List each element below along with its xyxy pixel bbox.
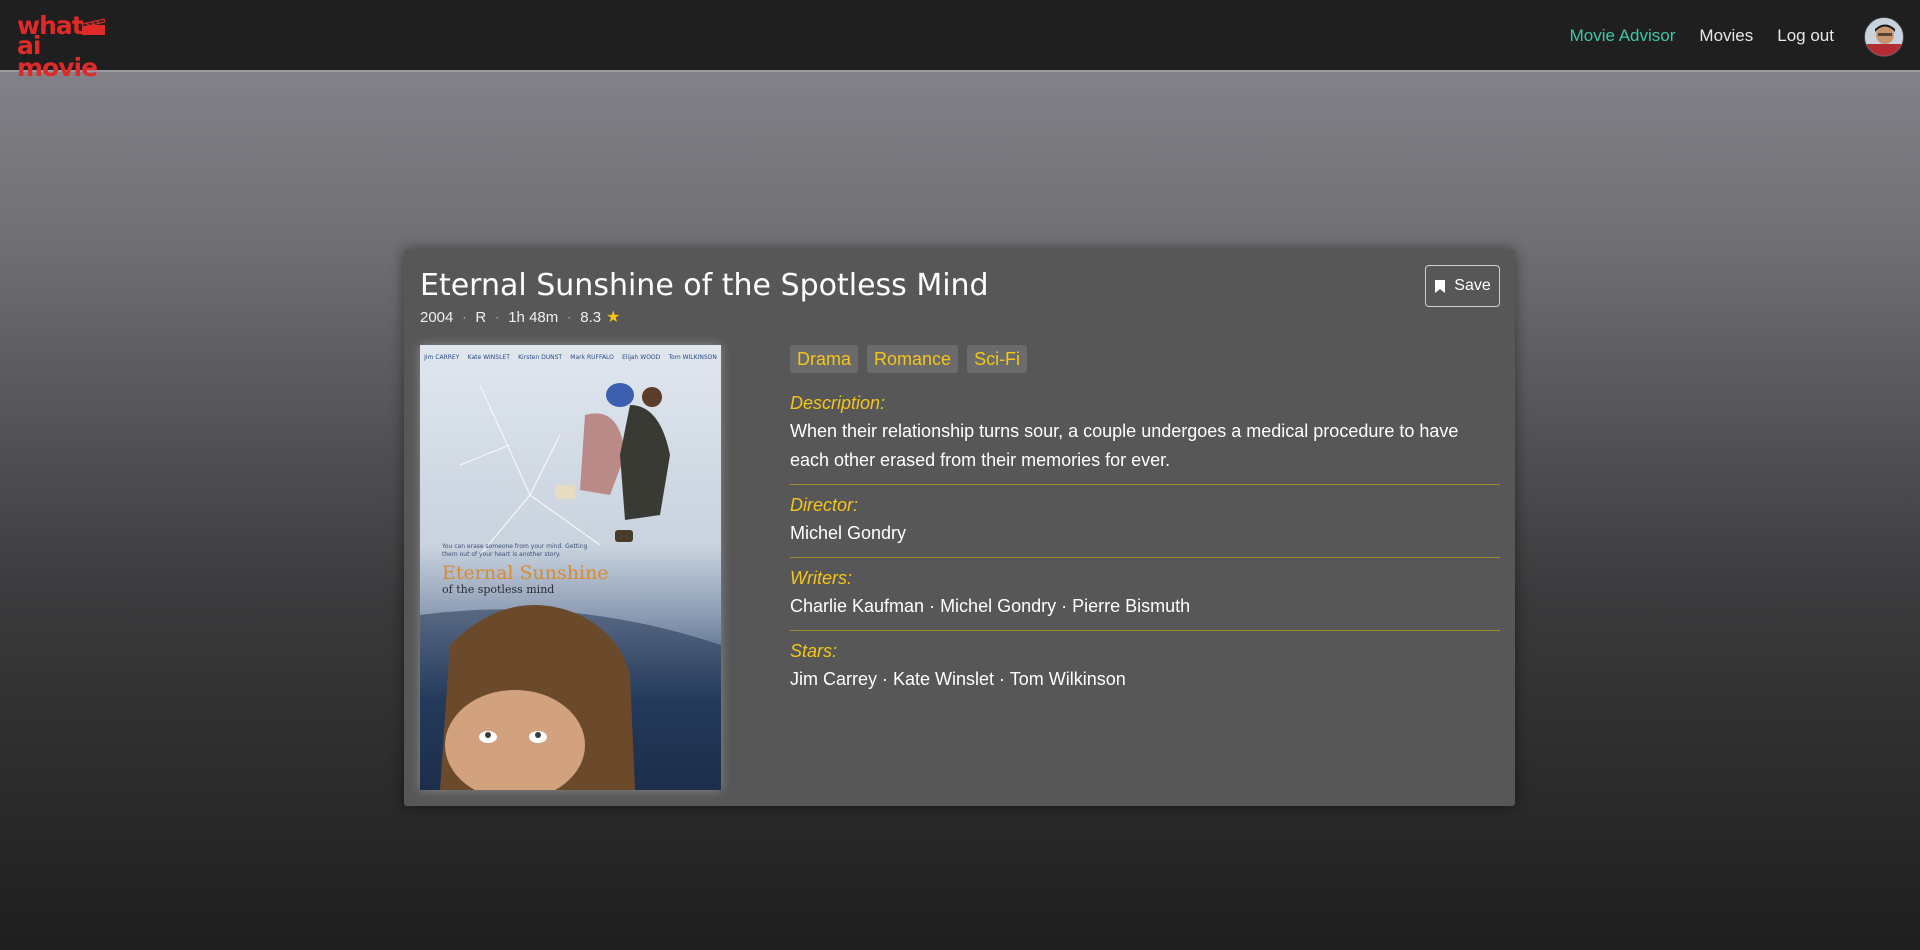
genre-tag-drama[interactable]: Drama [790,345,859,373]
movie-runtime: 1h 48m [508,308,559,326]
stars-label: Stars: [790,641,838,661]
movie-year: 2004 [420,308,454,326]
movie-detail-card: Eternal Sunshine of the Spotless Mind 20… [404,250,1515,806]
stars-names: Jim Carrey · Kate Winslet · Tom Wilkinso… [790,669,1126,689]
director-section: Director: Michel Gondry [790,485,1500,558]
nav-links: Movie Advisor Movies Log out [1570,0,1834,72]
star-icon: ★ [606,309,621,326]
director-name: Michel Gondry [790,523,907,543]
logo-text-movie: movie [17,53,98,82]
nav-link-movie-advisor[interactable]: Movie Advisor [1570,26,1676,46]
clapperboard-icon [81,18,106,35]
genre-tags: Drama Romance Sci-Fi [790,345,1500,373]
writers-section: Writers: Charlie Kaufman · Michel Gondry… [790,558,1500,631]
description-text: When their relationship turns sour, a co… [790,421,1459,470]
poster-cast: Jim CARREY Kate WINSLET Kirsten DUNST Ma… [424,354,717,361]
meta-separator: · [567,310,572,324]
genre-tag-romance[interactable]: Romance [867,345,959,373]
poster-subtitle: of the spotless mind [442,583,555,596]
save-button-label: Save [1454,277,1491,294]
save-button[interactable]: Save [1425,265,1500,307]
brand-logo[interactable]: what ai movie [17,13,125,80]
stars-section: Stars: Jim Carrey · Kate Winslet · Tom W… [790,631,1500,703]
top-navbar: what ai movie Movie Advisor Movies Log o… [0,0,1920,80]
movie-poster: Jim CARREY Kate WINSLET Kirsten DUNST Ma… [420,345,721,790]
nav-link-log-out[interactable]: Log out [1777,26,1834,46]
movie-certificate: R [475,308,487,326]
avatar-icon [1865,18,1903,56]
writers-label: Writers: [790,568,852,588]
nav-link-movies[interactable]: Movies [1699,26,1753,46]
description-label: Description: [790,393,886,413]
movie-score: 8.3 [580,308,602,326]
director-label: Director: [790,495,859,515]
bookmark-icon [1435,279,1446,293]
movie-title: Eternal Sunshine of the Spotless Mind [420,268,989,303]
movie-details: Drama Romance Sci-Fi Description: When t… [790,345,1500,703]
poster-title: Eternal Sunshine [442,562,609,584]
poster-tagline: You can erase someone from your mind. Ge… [442,543,588,558]
meta-separator: · [462,310,467,324]
meta-separator: · [495,310,500,324]
user-avatar[interactable] [1864,17,1904,57]
movie-meta: 2004 · R · 1h 48m · 8.3 ★ [420,307,620,327]
description-section: Description: When their relationship tur… [790,383,1500,485]
writers-names: Charlie Kaufman · Michel Gondry · Pierre… [790,596,1191,616]
genre-tag-sci-fi[interactable]: Sci-Fi [967,345,1028,373]
